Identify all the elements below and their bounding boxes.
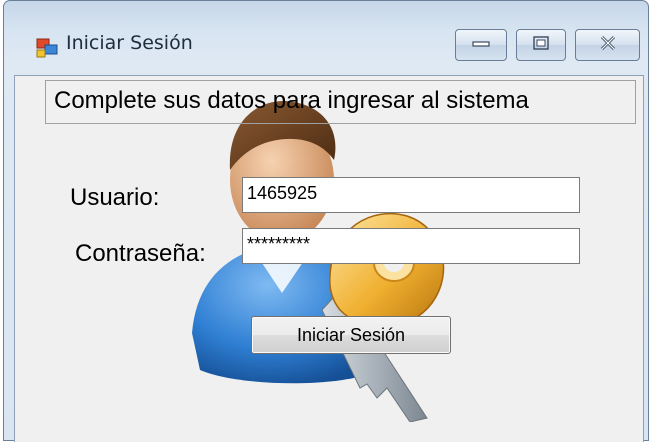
password-label: Contraseña: <box>75 240 206 267</box>
close-icon <box>598 34 618 57</box>
login-button[interactable]: Iniciar Sesión <box>251 316 451 354</box>
window-title: Iniciar Sesión <box>66 32 193 54</box>
close-button[interactable] <box>575 29 640 61</box>
instructions-label: Complete sus datos para ingresar al sist… <box>45 80 636 124</box>
username-label: Usuario: <box>70 184 160 211</box>
maximize-button[interactable] <box>516 29 566 61</box>
password-field[interactable]: ********* <box>242 228 580 264</box>
username-field[interactable]: 1465925 <box>242 177 580 213</box>
maximize-icon <box>532 35 550 56</box>
windows-form-icon <box>36 37 58 59</box>
minimize-icon <box>471 36 491 54</box>
minimize-button[interactable] <box>455 29 507 61</box>
title-bar[interactable]: Iniciar Sesión <box>4 1 648 81</box>
